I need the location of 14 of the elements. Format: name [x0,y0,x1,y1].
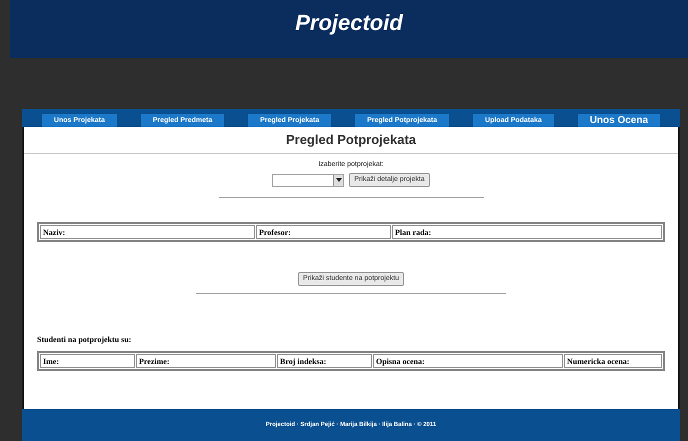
nav-tab[interactable]: Unos Ocena [578,114,660,127]
table-cell: Ime: [40,354,135,368]
table-cell: Prezime: [136,354,276,368]
table-cell: Numericka ocena: [564,354,662,368]
table-cell: Plan rada: [392,225,662,239]
table-cell: Profesor: [256,225,391,239]
table-cell: Naziv: [40,225,255,239]
caret-icon [333,174,344,186]
site-title: Projectoid [295,9,403,37]
subproject-dropdown[interactable] [272,174,344,186]
page-heading: Pregled Potprojekata [286,131,416,149]
students-heading: Studenti na potprojektu su: [37,334,132,346]
table-cell: Broj indeksa: [277,354,372,368]
table-cell: Opisna ocena: [373,354,563,368]
